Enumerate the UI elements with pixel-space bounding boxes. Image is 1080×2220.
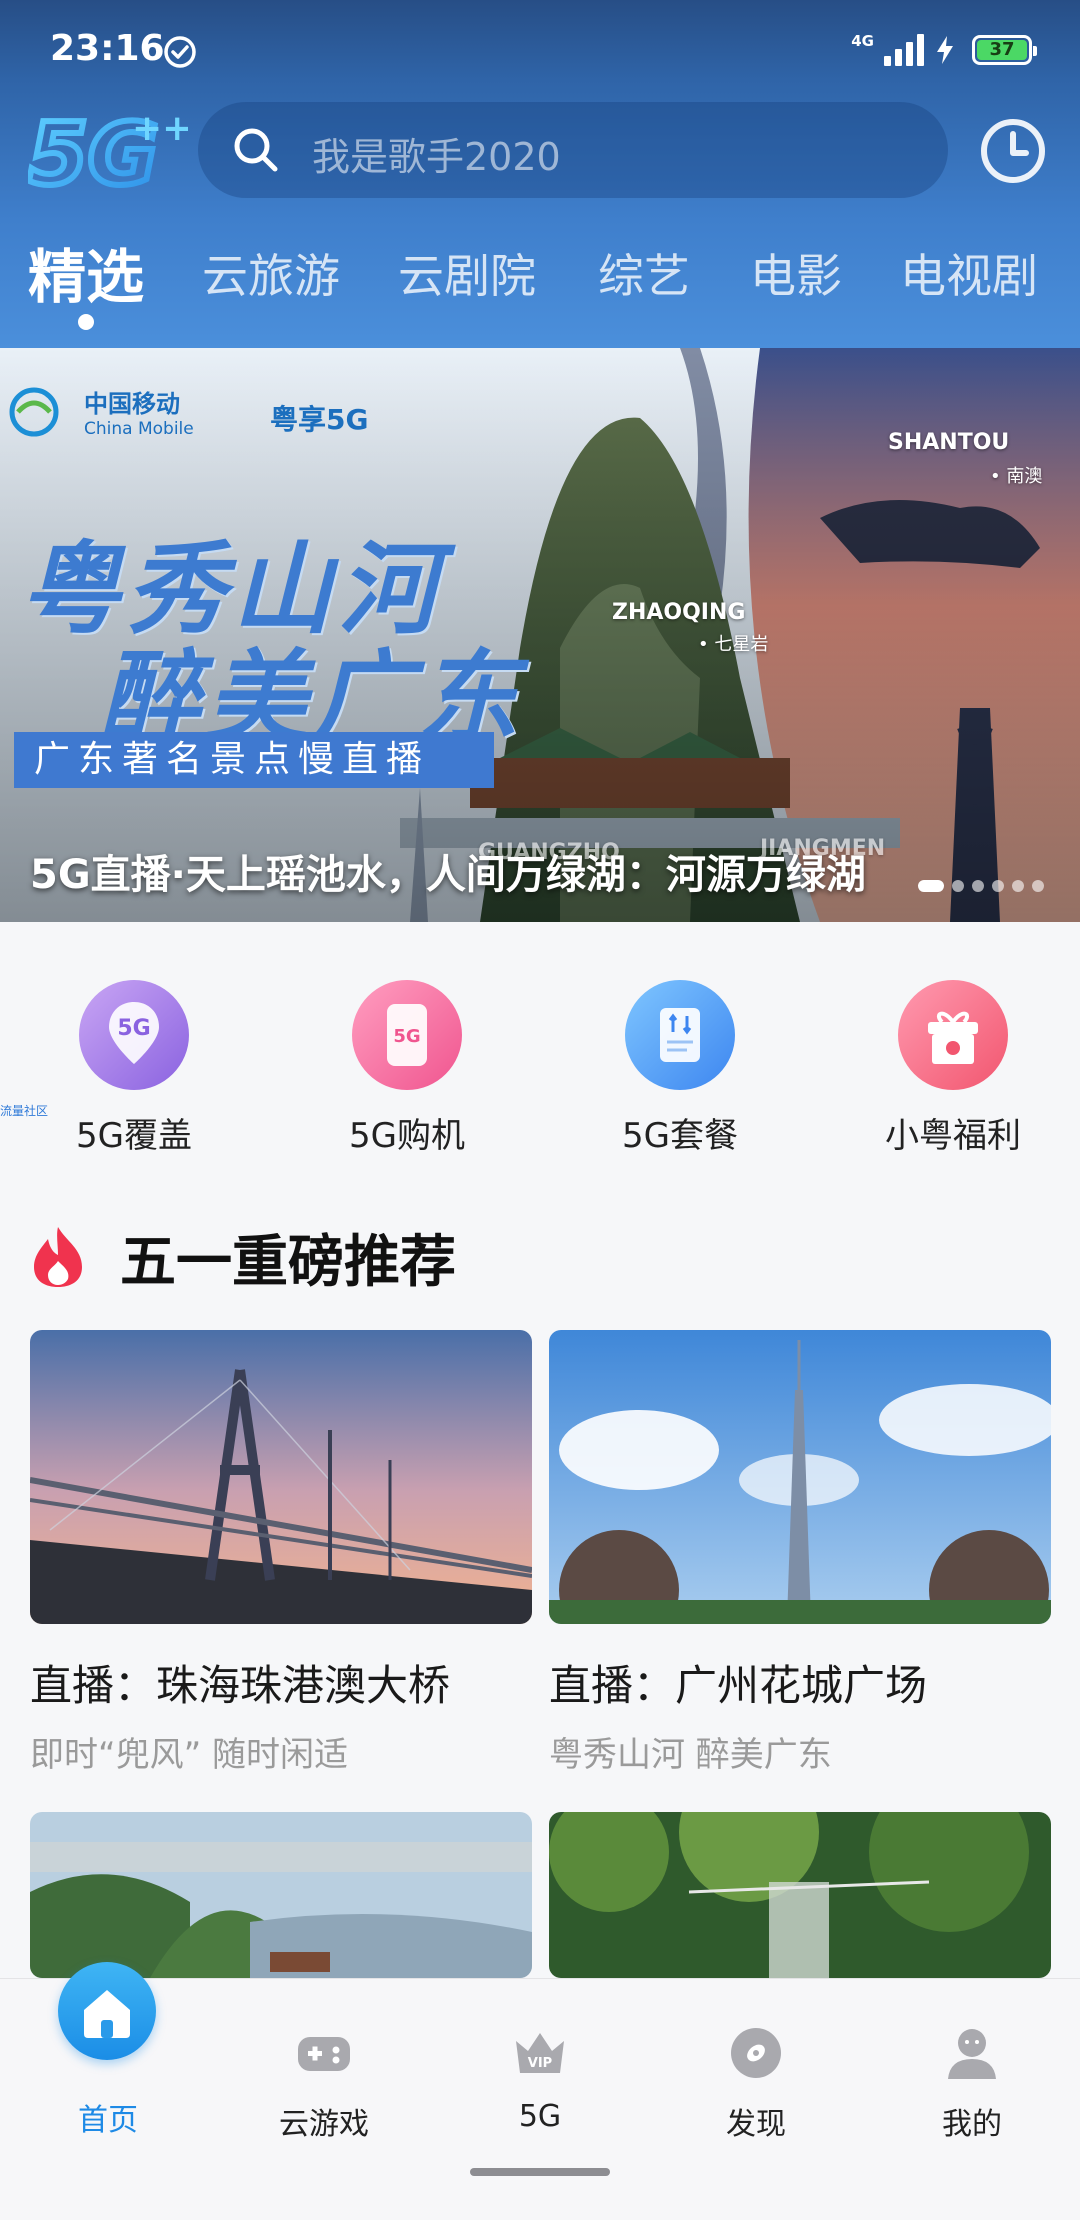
battery-icon: 37 [972, 35, 1037, 65]
card-zhuhai-bridge[interactable]: 直播：珠海珠港澳大桥 即时“兜风” 随时闲适 [30, 1330, 532, 1776]
home-indicator[interactable] [470, 2168, 610, 2176]
search-placeholder: 我是歌手2020 [312, 135, 561, 179]
quick-welfare[interactable]: 小粤福利 [853, 980, 1053, 1157]
tab-tv-series[interactable]: 电视剧 [900, 240, 1038, 306]
brand-yuexiang: 粤享5G [270, 403, 369, 436]
card-lake-view[interactable] [30, 1812, 532, 1978]
nav-label: 5G [518, 2099, 562, 2134]
charging-icon [937, 36, 953, 64]
section-header: 五一重磅推荐 [30, 1222, 456, 1295]
gift-icon [898, 980, 1008, 1090]
gamepad-icon [298, 2037, 350, 2071]
svg-text:5G: 5G [117, 1016, 150, 1041]
vip-crown-icon: VIP [516, 2033, 564, 2073]
card-title: 直播：珠海珠港澳大桥 [30, 1661, 451, 1710]
tab-featured[interactable]: 精选 [28, 230, 144, 314]
top-header: 23:16 4G 37 5G ++ 我是歌手2020 精选 云旅游 云剧院 综艺… [0, 0, 1080, 348]
5g-plus-logo-icon[interactable]: 5G ++ [28, 104, 188, 200]
search-icon [234, 128, 278, 172]
nav-5g[interactable]: VIP 5G [432, 1979, 648, 2134]
search-bar[interactable]: 我是歌手2020 [198, 102, 948, 198]
category-tabs: 精选 云旅游 云剧院 综艺 电影 电视剧 [0, 230, 1080, 340]
banner-subline: 广东著名景点慢直播 [14, 732, 494, 788]
tab-movie[interactable]: 电影 [750, 240, 842, 306]
quick-label: 5G覆盖 [76, 1116, 192, 1156]
signal-icon [884, 34, 924, 66]
card-subtitle: 粤秀山河 醉美广东 [549, 1735, 832, 1775]
yuexiang-5g-logo: 粤享5G [270, 398, 368, 438]
card-thumbnail [549, 1812, 1051, 1978]
nav-label: 发现 [726, 2107, 786, 2142]
bottom-navigation: 首页 云游戏 VIP 5G 发现 我的 [0, 1978, 1080, 2220]
home-icon[interactable] [58, 1962, 156, 2060]
tab-active-indicator [78, 314, 94, 330]
package-icon [625, 980, 735, 1090]
svg-text:5G: 5G [393, 1026, 420, 1047]
clock-history-icon[interactable] [978, 116, 1048, 186]
pin-zhaoqing: ZHAOQING [612, 600, 746, 625]
flame-icon [34, 1227, 82, 1287]
card-guangzhou-square[interactable]: 直播：广州花城广场 粤秀山河 醉美广东 [549, 1330, 1051, 1776]
card-thumbnail [549, 1330, 1051, 1624]
nav-cloud-game[interactable]: 云游戏 [216, 1979, 432, 2143]
nav-label: 首页 [78, 2103, 138, 2138]
tab-variety[interactable]: 综艺 [598, 240, 690, 306]
pin-zhaoqing-sub: • 七星岩 [698, 634, 769, 655]
svg-text:VIP: VIP [528, 2056, 552, 2071]
pin-shantou-sub: • 南澳 [990, 466, 1043, 487]
quick-5g-package[interactable]: 5G套餐 [580, 980, 780, 1157]
quick-5g-phone[interactable]: 5G 5G购机 [307, 980, 507, 1157]
quick-5g-coverage[interactable]: 5G 5G覆盖 [34, 980, 234, 1157]
tab-cloud-travel[interactable]: 云旅游 [202, 240, 340, 306]
phone-5g-icon: 5G [352, 980, 462, 1090]
svg-text:++: ++ [132, 108, 188, 149]
quick-label: 小粤福利 [885, 1116, 1021, 1156]
status-bar: 23:16 4G 37 [0, 0, 1080, 84]
profile-icon [948, 2029, 996, 2079]
nav-label: 云游戏 [279, 2107, 369, 2142]
hero-banner[interactable]: 中国移动 China Mobile 粤享5G 粤秀山河 醉美广东 广东著名景点慢… [0, 348, 1080, 922]
nav-label: 我的 [942, 2107, 1002, 2142]
nav-profile[interactable]: 我的 [864, 1979, 1080, 2143]
banner-pagination[interactable] [918, 880, 1044, 892]
banner-caption: 5G直播·天上瑶池水，人间万绿湖：河源万绿湖 [30, 852, 866, 898]
battery-level: 37 [989, 39, 1015, 60]
card-title: 直播：广州花城广场 [549, 1661, 928, 1710]
check-circle-icon [164, 36, 196, 68]
status-right: 4G 37 [851, 30, 1037, 70]
brand-en: China Mobile [84, 419, 194, 439]
card-forest-waterfall[interactable] [549, 1812, 1051, 1978]
section-title: 五一重磅推荐 [120, 1229, 456, 1295]
nav-discover[interactable]: 发现 [648, 1979, 864, 2143]
china-mobile-logo: 中国移动 China Mobile [84, 384, 194, 439]
quick-label: 5G购机 [349, 1116, 465, 1156]
location-5g-icon: 5G [79, 980, 189, 1090]
tab-cloud-theater[interactable]: 云剧院 [398, 240, 536, 306]
discover-icon [731, 2028, 781, 2078]
network-type: 4G [851, 31, 874, 50]
pin-shantou: SHANTOU [888, 430, 1010, 455]
brand-cn: 中国移动 [84, 390, 180, 418]
status-time: 23:16 [50, 28, 165, 69]
card-thumbnail [30, 1812, 532, 1978]
card-thumbnail [30, 1330, 532, 1624]
quick-entries: 5G 5G覆盖 5G 5G购机 5G套餐 小粤福利 [0, 980, 1080, 1160]
card-subtitle: 即时“兜风” 随时闲适 [30, 1735, 349, 1775]
quick-label: 5G套餐 [622, 1116, 738, 1156]
